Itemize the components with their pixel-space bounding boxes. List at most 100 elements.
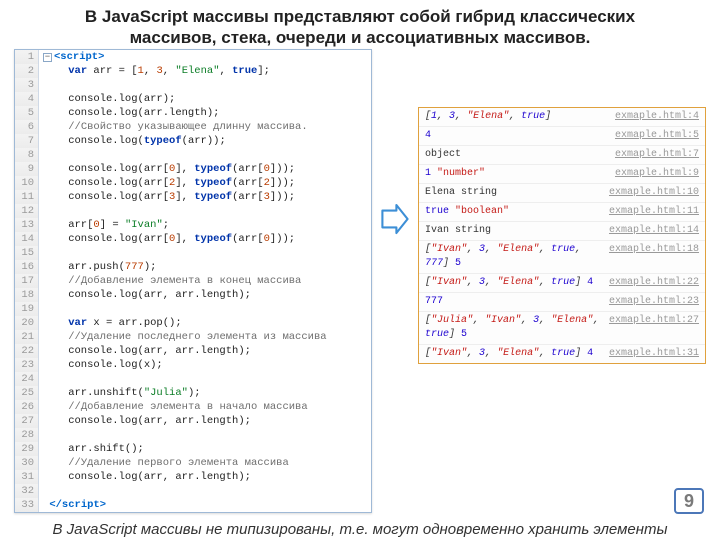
code-line: 28: [15, 428, 371, 442]
line-number: 28: [15, 428, 39, 442]
console-row: object exmaple.html:7: [419, 146, 705, 165]
code-content: //Удаление последнего элемента из массив…: [39, 330, 371, 344]
console-source-link[interactable]: exmaple.html:22: [609, 276, 699, 290]
code-content: console.log(arr);: [39, 92, 371, 106]
code-line: 22 console.log(arr, arr.length);: [15, 344, 371, 358]
console-source-link[interactable]: exmaple.html:31: [609, 347, 699, 361]
line-number: 9: [15, 162, 39, 176]
line-number: 19: [15, 302, 39, 316]
code-line: 20 var x = arr.pop();: [15, 316, 371, 330]
code-content: console.log(arr[3], typeof(arr[3]));: [39, 190, 371, 204]
line-number: 23: [15, 358, 39, 372]
line-number: 30: [15, 456, 39, 470]
code-content: console.log(arr, arr.length);: [39, 288, 371, 302]
line-number: 17: [15, 274, 39, 288]
console-row: 4exmaple.html:5: [419, 127, 705, 146]
console-source-link[interactable]: exmaple.html:10: [609, 186, 699, 200]
line-number: 14: [15, 232, 39, 246]
line-number: 5: [15, 106, 39, 120]
code-content: [39, 302, 371, 316]
code-content: [39, 246, 371, 260]
console-source-link[interactable]: exmaple.html:5: [615, 129, 699, 143]
code-content: [39, 204, 371, 218]
code-line: 29 arr.shift();: [15, 442, 371, 456]
console-output: true "boolean": [425, 205, 509, 219]
line-number: 20: [15, 316, 39, 330]
code-content: //Добавление элемента в конец массива: [39, 274, 371, 288]
code-line: 19: [15, 302, 371, 316]
code-content: console.log(arr, arr.length);: [39, 344, 371, 358]
line-number: 18: [15, 288, 39, 302]
console-output: object: [425, 148, 461, 162]
code-content: var arr = [1, 3, "Elena", true];: [39, 64, 371, 78]
code-line: 26 //Добавление элемента в начало массив…: [15, 400, 371, 414]
code-line: 5 console.log(arr.length);: [15, 106, 371, 120]
code-content: console.log(x);: [39, 358, 371, 372]
code-editor-panel: 1−<script>2 var arr = [1, 3, "Elena", tr…: [14, 49, 372, 513]
code-line: 8: [15, 148, 371, 162]
line-number: 26: [15, 400, 39, 414]
line-number: 22: [15, 344, 39, 358]
console-source-link[interactable]: exmaple.html:7: [615, 148, 699, 162]
line-number: 12: [15, 204, 39, 218]
code-line: 30 //Удаление первого элемента массива: [15, 456, 371, 470]
code-line: 32: [15, 484, 371, 498]
console-source-link[interactable]: exmaple.html:14: [609, 224, 699, 238]
line-number: 10: [15, 176, 39, 190]
line-number: 32: [15, 484, 39, 498]
console-source-link[interactable]: exmaple.html:9: [615, 167, 699, 181]
console-row: true "boolean" exmaple.html:11: [419, 203, 705, 222]
code-content: console.log(arr[0], typeof(arr[0]));: [39, 162, 371, 176]
line-number: 6: [15, 120, 39, 134]
code-content: arr.push(777);: [39, 260, 371, 274]
code-content: console.log(arr.length);: [39, 106, 371, 120]
code-line: 6 //Свойство указывающее длинну массива.: [15, 120, 371, 134]
code-content: [39, 484, 371, 498]
code-content: [39, 428, 371, 442]
console-output: Ivan string: [425, 224, 491, 238]
line-number: 4: [15, 92, 39, 106]
content-area: 1−<script>2 var arr = [1, 3, "Elena", tr…: [0, 49, 720, 513]
line-number: 25: [15, 386, 39, 400]
code-line: 17 //Добавление элемента в конец массива: [15, 274, 371, 288]
line-number: 15: [15, 246, 39, 260]
line-number: 1: [15, 50, 39, 64]
code-line: 2 var arr = [1, 3, "Elena", true];: [15, 64, 371, 78]
line-number: 29: [15, 442, 39, 456]
code-content: </script>: [39, 498, 371, 512]
console-source-link[interactable]: exmaple.html:18: [609, 243, 699, 257]
console-row: Elena stringexmaple.html:10: [419, 184, 705, 203]
code-content: arr[0] = "Ivan";: [39, 218, 371, 232]
console-output: ["Julia", "Ivan", 3, "Elena", true] 5: [425, 314, 609, 342]
console-source-link[interactable]: exmaple.html:4: [615, 110, 699, 124]
console-row: ["Ivan", 3, "Elena", true] 4exmaple.html…: [419, 345, 705, 363]
code-line: 33 </script>: [15, 498, 371, 512]
code-content: arr.unshift("Julia");: [39, 386, 371, 400]
code-content: [39, 78, 371, 92]
code-content: console.log(arr, arr.length);: [39, 414, 371, 428]
console-output: 1 "number": [425, 167, 485, 181]
code-content: [39, 148, 371, 162]
code-content: //Свойство указывающее длинну массива.: [39, 120, 371, 134]
code-line: 18 console.log(arr, arr.length);: [15, 288, 371, 302]
code-line: 27 console.log(arr, arr.length);: [15, 414, 371, 428]
console-output: [1, 3, "Elena", true]: [425, 110, 551, 124]
line-number: 3: [15, 78, 39, 92]
code-line: 11 console.log(arr[3], typeof(arr[3]));: [15, 190, 371, 204]
code-line: 12: [15, 204, 371, 218]
code-content: console.log(arr, arr.length);: [39, 470, 371, 484]
console-source-link[interactable]: exmaple.html:23: [609, 295, 699, 309]
code-content: console.log(typeof(arr));: [39, 134, 371, 148]
console-source-link[interactable]: exmaple.html:27: [609, 314, 699, 328]
code-line: 15: [15, 246, 371, 260]
code-content: [39, 372, 371, 386]
page-number-badge: 9: [674, 488, 704, 514]
code-content: console.log(arr[2], typeof(arr[2]));: [39, 176, 371, 190]
code-content: //Добавление элемента в начало массива: [39, 400, 371, 414]
code-line: 10 console.log(arr[2], typeof(arr[2]));: [15, 176, 371, 190]
code-line: 16 arr.push(777);: [15, 260, 371, 274]
console-output-panel: [1, 3, "Elena", true] exmaple.html:4 4exma…: [418, 107, 706, 364]
code-line: 14 console.log(arr[0], typeof(arr[0]));: [15, 232, 371, 246]
line-number: 16: [15, 260, 39, 274]
console-source-link[interactable]: exmaple.html:11: [609, 205, 699, 219]
